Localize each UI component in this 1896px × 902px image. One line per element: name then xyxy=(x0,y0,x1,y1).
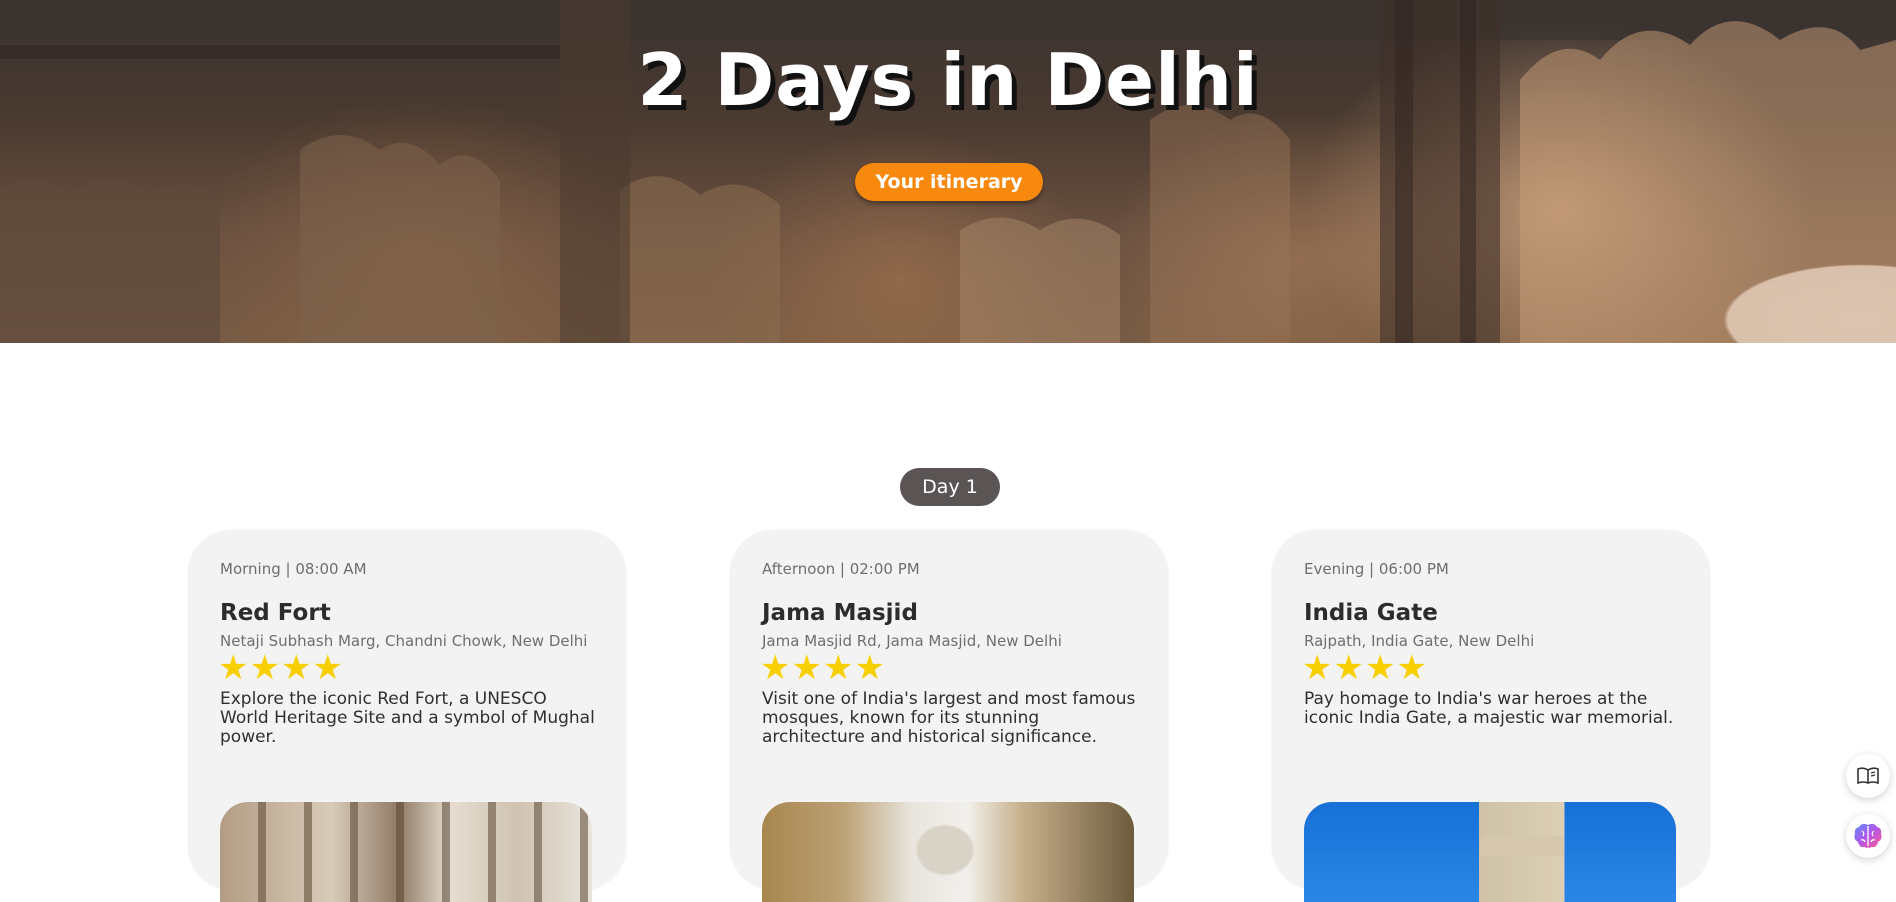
india-gate-monument xyxy=(1480,836,1564,856)
card-time: Morning | 08:00 AM xyxy=(220,560,367,578)
rating-stars: ★★★★ xyxy=(218,648,344,688)
rating-stars: ★★★★ xyxy=(1302,648,1428,688)
card-title: Jama Masjid xyxy=(762,600,918,626)
itinerary-card-india-gate[interactable]: Evening | 06:00 PM India Gate Rajpath, I… xyxy=(1272,530,1710,902)
card-description: Visit one of India's largest and most fa… xyxy=(762,689,1136,747)
card-title: Red Fort xyxy=(220,600,331,626)
page-title: 2 Days in Delhi xyxy=(637,38,1259,122)
red-fort-photo xyxy=(220,802,592,902)
card-time: Evening | 06:00 PM xyxy=(1304,560,1449,578)
india-gate-photo xyxy=(1304,802,1676,902)
itinerary-card-red-fort[interactable]: Morning | 08:00 AM Red Fort Netaji Subha… xyxy=(188,530,626,902)
reader-mode-button[interactable] xyxy=(1846,754,1890,798)
book-open-icon xyxy=(1857,767,1879,785)
card-title: India Gate xyxy=(1304,600,1438,626)
day-badge: Day 1 xyxy=(900,468,1000,506)
card-time: Afternoon | 02:00 PM xyxy=(762,560,920,578)
itinerary-card-jama-masjid[interactable]: Afternoon | 02:00 PM Jama Masjid Jama Ma… xyxy=(730,530,1168,902)
brain-icon xyxy=(1854,823,1882,848)
card-description: Explore the iconic Red Fort, a UNESCO Wo… xyxy=(220,689,595,747)
your-itinerary-button[interactable]: Your itinerary xyxy=(855,163,1043,201)
jama-masjid-photo xyxy=(762,802,1134,902)
ai-assistant-button[interactable] xyxy=(1846,814,1890,858)
hero-banner: 2 Days in Delhi Your itinerary xyxy=(0,0,1896,343)
card-description: Pay homage to India's war heroes at the … xyxy=(1304,689,1674,728)
rating-stars: ★★★★ xyxy=(760,648,886,688)
